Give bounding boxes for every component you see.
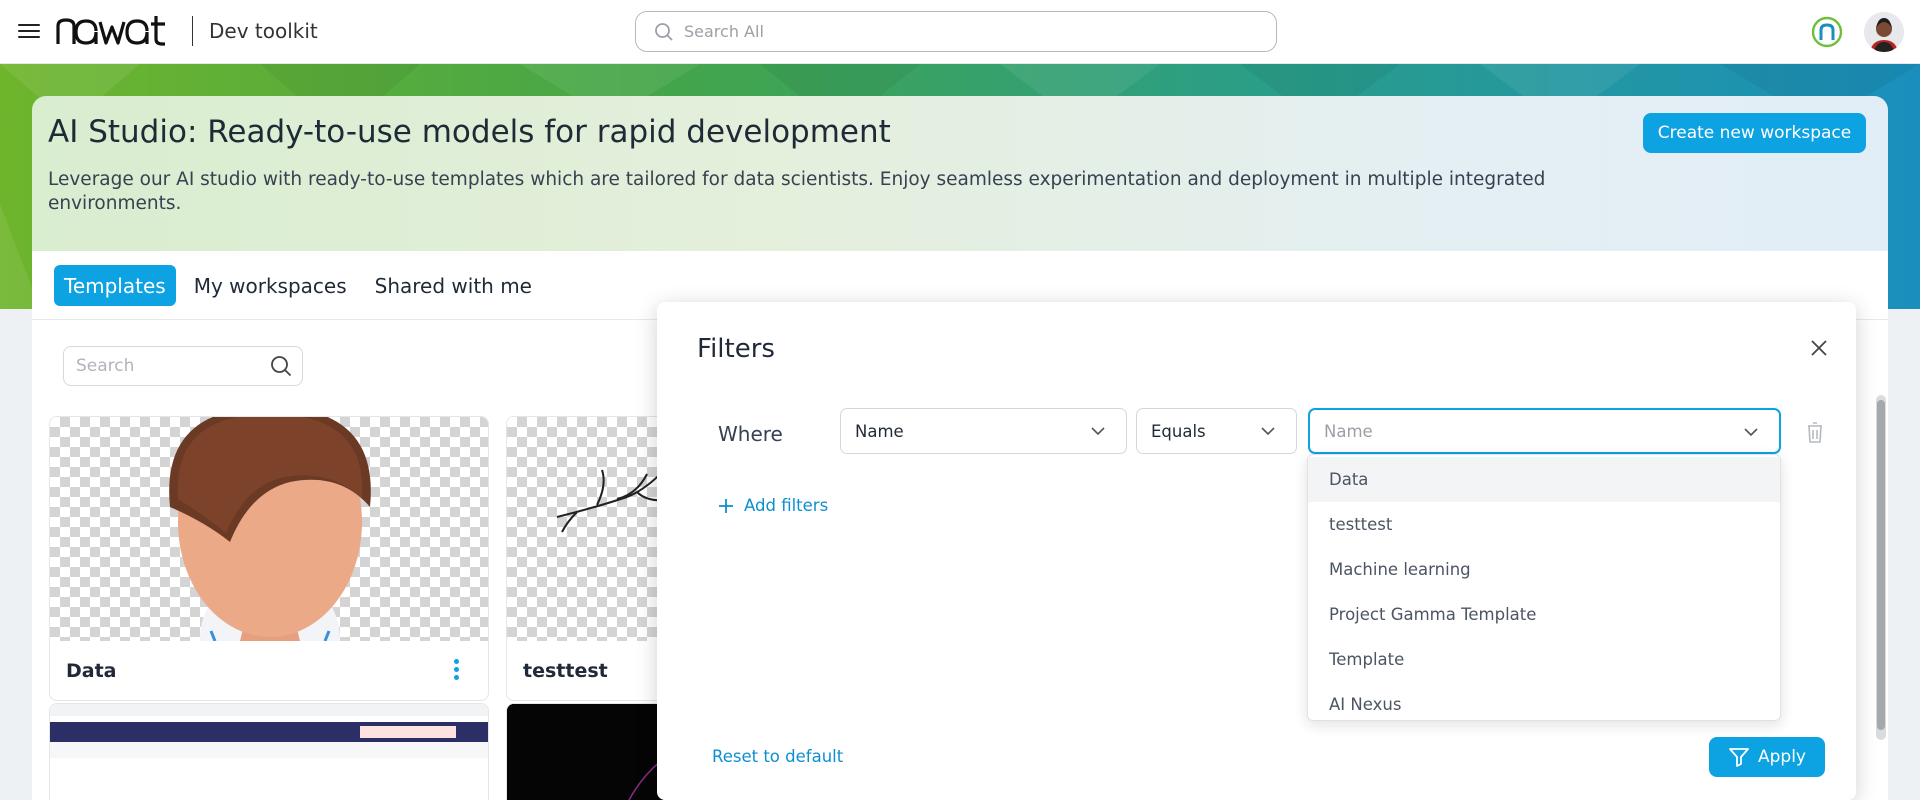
more-options-icon[interactable] <box>454 659 460 681</box>
card-thumbnail <box>50 417 488 641</box>
top-bar: Dev toolkit <box>0 0 1920 64</box>
option-item[interactable]: testtest <box>1308 502 1780 547</box>
global-search-input[interactable] <box>684 22 1244 41</box>
operator-select-value: Equals <box>1151 421 1206 441</box>
filter-icon <box>1729 748 1749 767</box>
card-title: testtest <box>523 660 608 682</box>
card-title: Data <box>66 660 117 682</box>
tab-my-workspaces[interactable]: My workspaces <box>184 265 357 306</box>
brand-logo[interactable] <box>55 14 181 48</box>
menu-icon[interactable] <box>18 20 40 42</box>
search-icon <box>655 22 673 41</box>
tab-bar: Templates My workspaces Shared with me <box>54 265 550 306</box>
apply-label: Apply <box>1758 747 1806 767</box>
option-item[interactable]: Data <box>1308 457 1780 502</box>
close-icon[interactable] <box>1809 338 1829 358</box>
scrollbar-thumb[interactable] <box>1877 400 1885 730</box>
value-select[interactable]: Name <box>1308 408 1781 454</box>
template-card[interactable] <box>49 703 489 800</box>
option-item[interactable]: Project Gamma Template <box>1308 592 1780 637</box>
add-filters-label: Add filters <box>744 496 829 515</box>
value-select-placeholder: Name <box>1324 421 1373 441</box>
trash-icon[interactable] <box>1804 420 1826 444</box>
where-label: Where <box>718 422 783 446</box>
plus-icon <box>719 498 733 513</box>
person-avatar-image <box>169 417 371 641</box>
template-search-input[interactable] <box>76 356 266 376</box>
logo-divider <box>192 16 193 46</box>
user-avatar[interactable] <box>1864 12 1904 52</box>
page-title: AI Studio: Ready-to-use models for rapid… <box>48 114 891 150</box>
hero-card: AI Studio: Ready-to-use models for rapid… <box>32 96 1888 251</box>
create-workspace-button[interactable]: Create new workspace <box>1643 113 1866 153</box>
chevron-down-icon <box>1744 428 1758 437</box>
product-name: Dev toolkit <box>209 19 318 43</box>
tab-shared-with-me[interactable]: Shared with me <box>365 265 542 306</box>
global-search[interactable] <box>635 11 1277 52</box>
apply-button[interactable]: Apply <box>1709 737 1825 777</box>
add-filters-button[interactable]: Add filters <box>718 496 828 515</box>
option-item[interactable]: AI Nexus <box>1308 682 1780 727</box>
operator-select[interactable]: Equals <box>1136 408 1297 454</box>
search-icon[interactable] <box>270 355 292 377</box>
dialog-title: Filters <box>697 334 775 364</box>
field-select-value: Name <box>855 421 904 441</box>
value-options-dropdown: Data testtest Machine learning Project G… <box>1307 454 1781 721</box>
field-select[interactable]: Name <box>840 408 1127 454</box>
template-search[interactable] <box>63 346 303 386</box>
hero-description: Leverage our AI studio with ready-to-use… <box>48 169 1546 214</box>
nawat-logo-icon <box>56 16 165 46</box>
option-item[interactable]: Machine learning <box>1308 547 1780 592</box>
option-item[interactable]: Template <box>1308 637 1780 682</box>
template-card[interactable]: Data <box>49 416 489 701</box>
reset-to-default-link[interactable]: Reset to default <box>712 747 843 766</box>
screenshot-thumbnail <box>50 704 488 800</box>
tab-templates[interactable]: Templates <box>54 265 176 306</box>
status-ring-icon[interactable] <box>1811 16 1843 48</box>
avatar-icon <box>1864 12 1904 52</box>
chevron-down-icon <box>1261 427 1275 436</box>
chevron-down-icon <box>1091 427 1105 436</box>
